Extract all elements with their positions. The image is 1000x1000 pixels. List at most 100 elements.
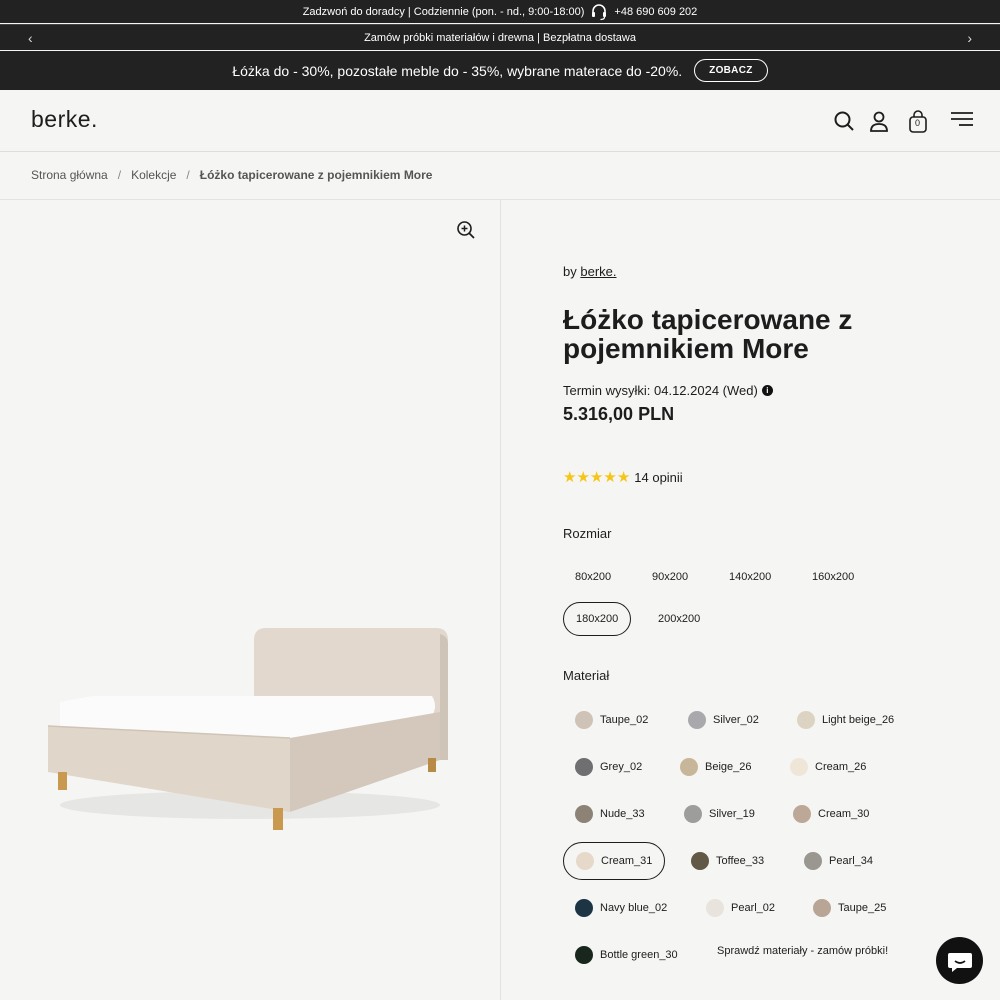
promo-bar: Łóżka do - 30%, pozostałe meble do - 35%… — [0, 51, 1000, 90]
material-option[interactable]: Toffee_33 — [679, 842, 776, 880]
rating[interactable]: ★★★★★ 14 opinii — [563, 470, 683, 485]
size-option[interactable]: 90x200 — [640, 560, 700, 594]
phone-number[interactable]: +48 690 609 202 — [614, 6, 697, 18]
size-option[interactable]: 160x200 — [800, 560, 866, 594]
material-name: Taupe_25 — [838, 902, 887, 914]
material-option[interactable]: Taupe_02 — [563, 701, 660, 739]
review-count[interactable]: 14 opinii — [634, 470, 682, 485]
material-label: Materiał — [563, 668, 610, 683]
contact-text: Zadzwoń do doradcy | Codziennie (pon. - … — [302, 5, 585, 18]
star-icon: ★ — [616, 469, 631, 486]
product-image[interactable] — [40, 620, 460, 840]
order-samples-link[interactable]: Sprawdź materiały - zamów próbki! — [717, 945, 888, 957]
material-name: Taupe_02 — [600, 714, 649, 726]
by-prefix: by — [563, 264, 577, 279]
shipping-date: Termin wysyłki: 04.12.2024 (Wed) i — [563, 383, 773, 398]
material-swatch — [790, 758, 808, 776]
material-option[interactable]: Taupe_25 — [801, 889, 898, 927]
breadcrumb-current: Łóżko tapicerowane z pojemnikiem More — [199, 168, 433, 182]
announcement-bar: ‹ Zamów próbki materiałów i drewna | Bez… — [0, 24, 1000, 50]
search-icon[interactable] — [833, 110, 857, 134]
size-label: Rozmiar — [563, 526, 612, 541]
divider — [500, 200, 501, 1000]
cart-icon[interactable]: 0 — [907, 110, 931, 134]
material-name: Nude_33 — [600, 808, 645, 820]
material-swatch — [575, 758, 593, 776]
material-option[interactable]: Cream_26 — [778, 748, 878, 786]
breadcrumb-separator: / — [186, 168, 190, 182]
breadcrumb-collections[interactable]: Kolekcje — [131, 168, 176, 182]
material-swatch — [684, 805, 702, 823]
zoom-in-icon[interactable] — [456, 220, 476, 240]
size-option[interactable]: 180x200 — [563, 602, 632, 636]
material-swatch — [575, 946, 593, 964]
material-option[interactable]: Silver_19 — [672, 795, 767, 833]
material-name: Pearl_02 — [731, 902, 776, 914]
material-option[interactable]: Pearl_02 — [694, 889, 787, 927]
material-option[interactable]: Navy blue_02 — [563, 889, 679, 927]
size-option[interactable]: 200x200 — [646, 602, 712, 636]
chevron-left-icon[interactable]: ‹ — [28, 30, 33, 46]
info-icon[interactable]: i — [761, 385, 773, 396]
top-contact-bar: Zadzwoń do doradcy | Codziennie (pon. - … — [0, 0, 1000, 23]
material-swatch — [793, 805, 811, 823]
star-icon: ★ — [563, 469, 577, 486]
account-icon[interactable] — [868, 110, 892, 134]
star-icon: ★ — [603, 469, 617, 486]
breadcrumb-separator: / — [117, 168, 122, 182]
material-swatch — [706, 899, 724, 917]
material-swatch — [797, 711, 815, 729]
material-option[interactable]: Nude_33 — [563, 795, 657, 833]
star-icon: ★ — [576, 469, 590, 486]
shipping-text: Termin wysyłki: 04.12.2024 (Wed) — [563, 383, 758, 398]
chevron-right-icon[interactable]: › — [967, 30, 972, 46]
site-header: berke. 0 — [0, 90, 1000, 152]
cart-count: 0 — [915, 118, 921, 128]
material-name: Silver_19 — [709, 808, 755, 820]
headset-icon — [590, 3, 608, 21]
material-option[interactable]: Light beige_26 — [785, 701, 906, 739]
material-option[interactable]: Beige_26 — [668, 748, 764, 786]
material-swatch — [691, 852, 709, 870]
material-option[interactable]: Grey_02 — [563, 748, 654, 786]
menu-icon[interactable] — [950, 110, 974, 134]
product-price: 5.316,00 PLN — [563, 404, 675, 424]
material-name: Pearl_34 — [829, 855, 874, 867]
chat-icon — [947, 952, 972, 972]
size-option[interactable]: 140x200 — [717, 560, 783, 594]
material-name: Cream_30 — [818, 808, 870, 820]
brand-link[interactable]: berke. — [580, 264, 616, 279]
promo-text: Łóżka do - 30%, pozostałe meble do - 35%… — [232, 62, 683, 79]
material-swatch — [575, 711, 593, 729]
material-name: Cream_31 — [601, 855, 653, 867]
material-swatch — [688, 711, 706, 729]
material-swatch — [813, 899, 831, 917]
material-option[interactable]: Silver_02 — [676, 701, 771, 739]
size-option[interactable]: 80x200 — [563, 560, 623, 594]
material-swatch — [680, 758, 698, 776]
material-option[interactable]: Cream_30 — [781, 795, 881, 833]
material-name: Grey_02 — [600, 761, 643, 773]
breadcrumb: Strona główna / Kolekcje / Łóżko tapicer… — [31, 168, 432, 182]
material-name: Toffee_33 — [716, 855, 765, 867]
material-name: Bottle green_30 — [600, 949, 678, 961]
material-name: Silver_02 — [713, 714, 759, 726]
material-swatch — [804, 852, 822, 870]
brand-line: by berke. — [563, 264, 617, 279]
material-swatch — [575, 899, 593, 917]
material-option[interactable]: Pearl_34 — [792, 842, 885, 880]
rating-stars: ★★★★★ — [563, 470, 630, 485]
chat-button[interactable] — [936, 937, 983, 984]
material-name: Cream_26 — [815, 761, 867, 773]
promo-see-button[interactable]: ZOBACZ — [694, 59, 768, 82]
product-title: Łóżko tapicerowane z pojemnikiem More — [563, 304, 853, 364]
breadcrumb-home[interactable]: Strona główna — [31, 168, 108, 182]
material-name: Beige_26 — [705, 761, 752, 773]
material-option[interactable]: Bottle green_30 — [563, 936, 690, 974]
material-option[interactable]: Cream_31 — [563, 842, 666, 880]
announcement-text: Zamów próbki materiałów i drewna | Bezpł… — [364, 31, 636, 44]
material-name: Light beige_26 — [822, 714, 895, 726]
logo[interactable]: berke. — [31, 106, 98, 133]
material-swatch — [576, 852, 594, 870]
material-swatch — [575, 805, 593, 823]
